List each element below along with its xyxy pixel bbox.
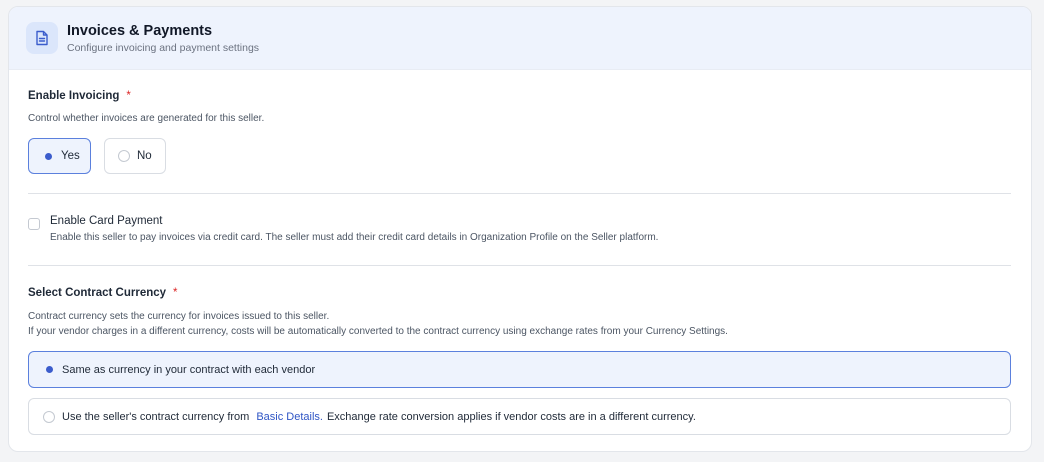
card-payment-label: Enable Card Payment	[50, 215, 163, 227]
basic-details-link[interactable]: Basic Details.	[256, 411, 323, 423]
document-icon	[26, 22, 58, 54]
invoices-payments-card: Invoices & Payments Configure invoicing …	[8, 6, 1032, 452]
enable-invoicing-section: Enable Invoicing * Control whether invoi…	[28, 70, 1011, 174]
card-payment-help: Enable this seller to pay invoices via c…	[50, 232, 659, 243]
card-payment-section: Enable Card Payment Enable this seller t…	[28, 194, 1011, 265]
page-title: Invoices & Payments	[67, 23, 213, 39]
required-mark: *	[173, 287, 178, 299]
contract-currency-help-1: Contract currency sets the currency for …	[28, 311, 330, 322]
enable-invoicing-label: Enable Invoicing *	[28, 90, 131, 102]
page-subtitle: Configure invoicing and payment settings	[67, 42, 260, 54]
required-mark: *	[126, 90, 131, 102]
card-payment-checkbox[interactable]	[28, 218, 40, 230]
radio-selected-icon	[42, 150, 54, 162]
enable-invoicing-help: Control whether invoices are generated f…	[28, 113, 265, 124]
card-header: Invoices & Payments Configure invoicing …	[9, 7, 1031, 70]
currency-option-vendor-contract[interactable]: Same as currency in your contract with e…	[28, 351, 1011, 388]
invoicing-yes-option[interactable]: Yes	[28, 138, 91, 174]
invoicing-radio-group: Yes No	[28, 138, 1011, 174]
contract-currency-label: Select Contract Currency *	[28, 287, 178, 299]
radio-unselected-icon	[118, 150, 130, 162]
invoicing-no-option[interactable]: No	[104, 138, 166, 174]
contract-currency-help-2: If your vendor charges in a different cu…	[28, 326, 728, 337]
currency-option-seller-contract[interactable]: Use the seller's contract currency from …	[28, 398, 1011, 435]
contract-currency-section: Select Contract Currency * Contract curr…	[28, 266, 1011, 435]
radio-selected-icon	[43, 364, 55, 376]
radio-unselected-icon	[43, 410, 55, 423]
